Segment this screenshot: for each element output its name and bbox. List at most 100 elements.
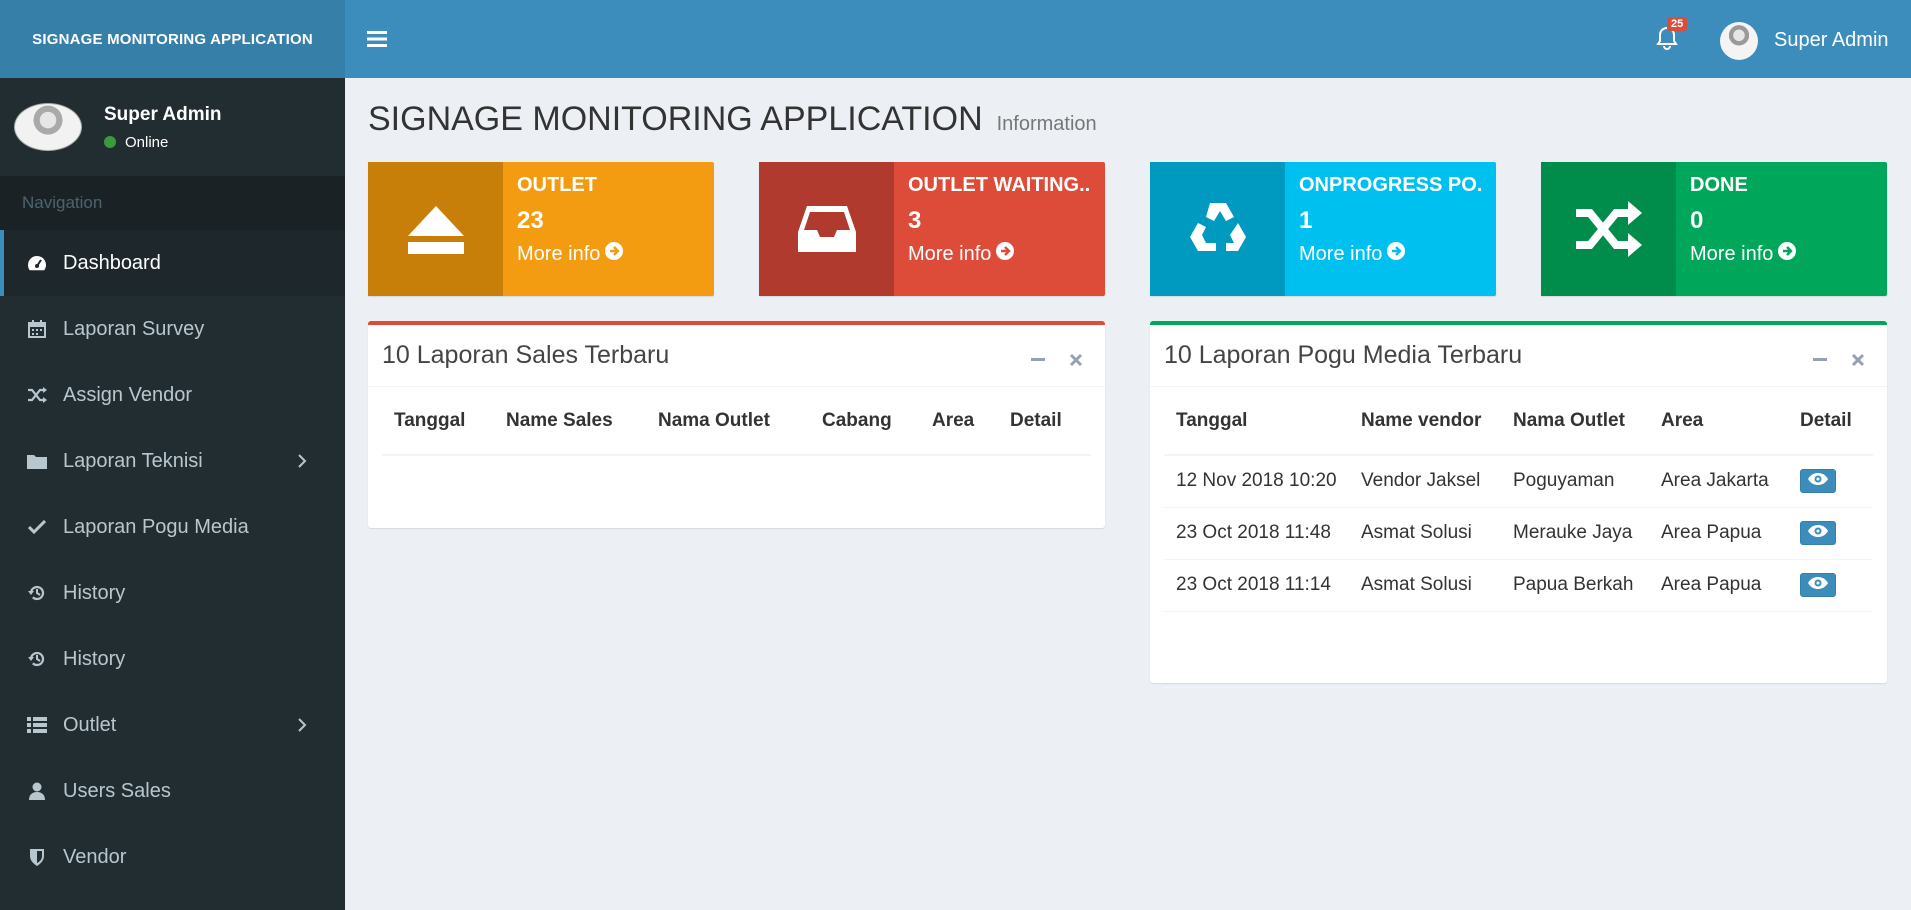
chevron-right-icon — [297, 452, 307, 475]
eye-icon — [1807, 522, 1829, 544]
box-header: 10 Laporan Sales Terbaru — [368, 325, 1105, 387]
more-info-link[interactable]: More info — [1299, 242, 1482, 266]
box-title: 10 Laporan Sales Terbaru — [382, 341, 670, 369]
avatar[interactable] — [1720, 22, 1758, 60]
history-icon — [26, 648, 48, 670]
info-box-onprogress: ONPROGRESS PO... 1 More info — [1150, 162, 1496, 296]
sales-report-box: 10 Laporan Sales Terbaru Tanggal Name Sa… — [368, 321, 1105, 528]
folder-icon — [26, 450, 48, 472]
cell-tanggal: 12 Nov 2018 10:20 — [1164, 454, 1349, 507]
view-detail-button[interactable] — [1800, 469, 1836, 494]
cell-area: Area Papua — [1649, 506, 1788, 559]
shuffle-icon — [1541, 162, 1676, 296]
cell-vendor: Asmat Solusi — [1349, 506, 1501, 559]
view-detail-button[interactable] — [1800, 521, 1836, 545]
sidebar-item-vendor[interactable]: Vendor — [0, 824, 345, 890]
sales-table: Tanggal Name Sales Nama Outlet Cabang Ar… — [382, 387, 1091, 487]
arrow-circle-right-icon — [1387, 242, 1406, 266]
minimize-icon[interactable] — [1031, 345, 1045, 374]
app-logo[interactable]: SIGNAGE MONITORING APPLICATION — [0, 0, 345, 78]
user-status: Online — [104, 134, 222, 151]
cell-vendor: Vendor Jaksel — [1349, 454, 1501, 507]
sidebar-item-history[interactable]: History — [0, 560, 345, 626]
cell-outlet: Poguyaman — [1501, 454, 1649, 507]
box-title: 10 Laporan Pogu Media Terbaru — [1164, 341, 1523, 369]
cell-tanggal: 23 Oct 2018 11:48 — [1164, 506, 1349, 559]
table-row-empty — [1164, 610, 1873, 688]
view-detail-button[interactable] — [1800, 573, 1836, 597]
sidebar-item-label: Outlet — [63, 713, 117, 736]
list-icon — [26, 714, 48, 736]
info-box-value: 3 — [908, 207, 922, 234]
eye-icon — [1807, 470, 1829, 492]
chevron-right-icon — [297, 716, 307, 739]
info-box-value: 1 — [1299, 207, 1313, 234]
sidebar-item-label: History — [63, 581, 126, 604]
sidebar: SIGNAGE MONITORING APPLICATION Super Adm… — [0, 0, 345, 910]
user-panel: Super Admin Online — [0, 78, 345, 176]
sidebar-item-users-sales[interactable]: Users Sales — [0, 758, 345, 824]
close-icon[interactable] — [1069, 345, 1083, 374]
status-label: Online — [125, 133, 169, 151]
recycle-icon — [1150, 162, 1285, 296]
sidebar-item-laporan-pogu-media[interactable]: Laporan Pogu Media — [0, 494, 345, 560]
info-box-outlet-waiting: OUTLET WAITING... 3 More info — [759, 162, 1105, 296]
more-info-label: More info — [908, 242, 992, 265]
main-content: SIGNAGE MONITORING APPLICATION Informati… — [345, 78, 1911, 910]
more-info-label: More info — [1690, 242, 1774, 265]
more-info-link[interactable]: More info — [908, 242, 1091, 266]
cell-detail — [1788, 558, 1873, 611]
table-header-row: Tanggal Name vendor Nama Outlet Area Det… — [1164, 387, 1873, 456]
status-dot-icon — [104, 136, 116, 148]
arrow-circle-right-icon — [605, 242, 624, 266]
more-info-link[interactable]: More info — [517, 242, 700, 266]
notification-badge: 25 — [1667, 17, 1688, 31]
cell-vendor: Asmat Solusi — [1349, 558, 1501, 611]
pogu-media-table: Tanggal Name vendor Nama Outlet Area Det… — [1164, 387, 1873, 688]
avatar — [14, 103, 82, 151]
column-header: Name Sales — [494, 387, 646, 456]
user-icon — [26, 780, 48, 802]
sidebar-item-label: History — [63, 647, 126, 670]
info-box-outlet: OUTLET 23 More info — [368, 162, 714, 296]
sidebar-item-history-2[interactable]: History — [0, 626, 345, 692]
sidebar-item-dashboard[interactable]: Dashboard — [0, 230, 345, 296]
more-info-label: More info — [1299, 242, 1383, 265]
column-header: Nama Outlet — [646, 387, 810, 456]
close-icon[interactable] — [1851, 345, 1865, 374]
top-navbar: 25 Super Admin — [345, 0, 1911, 78]
top-user-name[interactable]: Super Admin — [1774, 29, 1889, 52]
cell-area: Area Jakarta — [1649, 454, 1788, 507]
table-header-row: Tanggal Name Sales Nama Outlet Cabang Ar… — [382, 387, 1091, 456]
column-header: Name vendor — [1349, 387, 1501, 456]
cell-outlet: Papua Berkah — [1501, 558, 1649, 611]
column-header: Tanggal — [1164, 387, 1349, 456]
calendar-icon — [26, 318, 48, 340]
column-header: Nama Outlet — [1501, 387, 1649, 456]
sidebar-item-laporan-teknisi[interactable]: Laporan Teknisi — [0, 428, 345, 494]
sidebar-item-outlet[interactable]: Outlet — [0, 692, 345, 758]
nav-header: Navigation — [0, 176, 345, 230]
sidebar-item-assign-vendor[interactable]: Assign Vendor — [0, 362, 345, 428]
sidebar-toggle-icon[interactable] — [367, 30, 387, 53]
info-box-title: DONE — [1690, 174, 1748, 196]
minimize-icon[interactable] — [1813, 345, 1827, 374]
cell-detail — [1788, 454, 1873, 507]
inbox-icon — [759, 162, 894, 296]
sidebar-item-label: Laporan Pogu Media — [63, 515, 249, 538]
table-row: 23 Oct 2018 11:48 Asmat Solusi Merauke J… — [1164, 506, 1873, 559]
sidebar-item-label: Assign Vendor — [63, 383, 192, 406]
info-box-title: OUTLET WAITING... — [908, 174, 1091, 196]
arrow-circle-right-icon — [996, 242, 1015, 266]
info-box-title: OUTLET — [517, 174, 597, 196]
column-header: Area — [920, 387, 998, 456]
more-info-link[interactable]: More info — [1690, 242, 1873, 266]
sidebar-item-laporan-survey[interactable]: Laporan Survey — [0, 296, 345, 362]
cell-outlet: Merauke Jaya — [1501, 506, 1649, 559]
column-header: Cabang — [810, 387, 920, 456]
arrow-circle-right-icon — [1778, 242, 1797, 266]
user-name: Super Admin — [104, 103, 222, 125]
page-title: SIGNAGE MONITORING APPLICATION Informati… — [368, 100, 1097, 139]
cell-tanggal: 23 Oct 2018 11:14 — [1164, 558, 1349, 611]
check-icon — [26, 516, 48, 538]
